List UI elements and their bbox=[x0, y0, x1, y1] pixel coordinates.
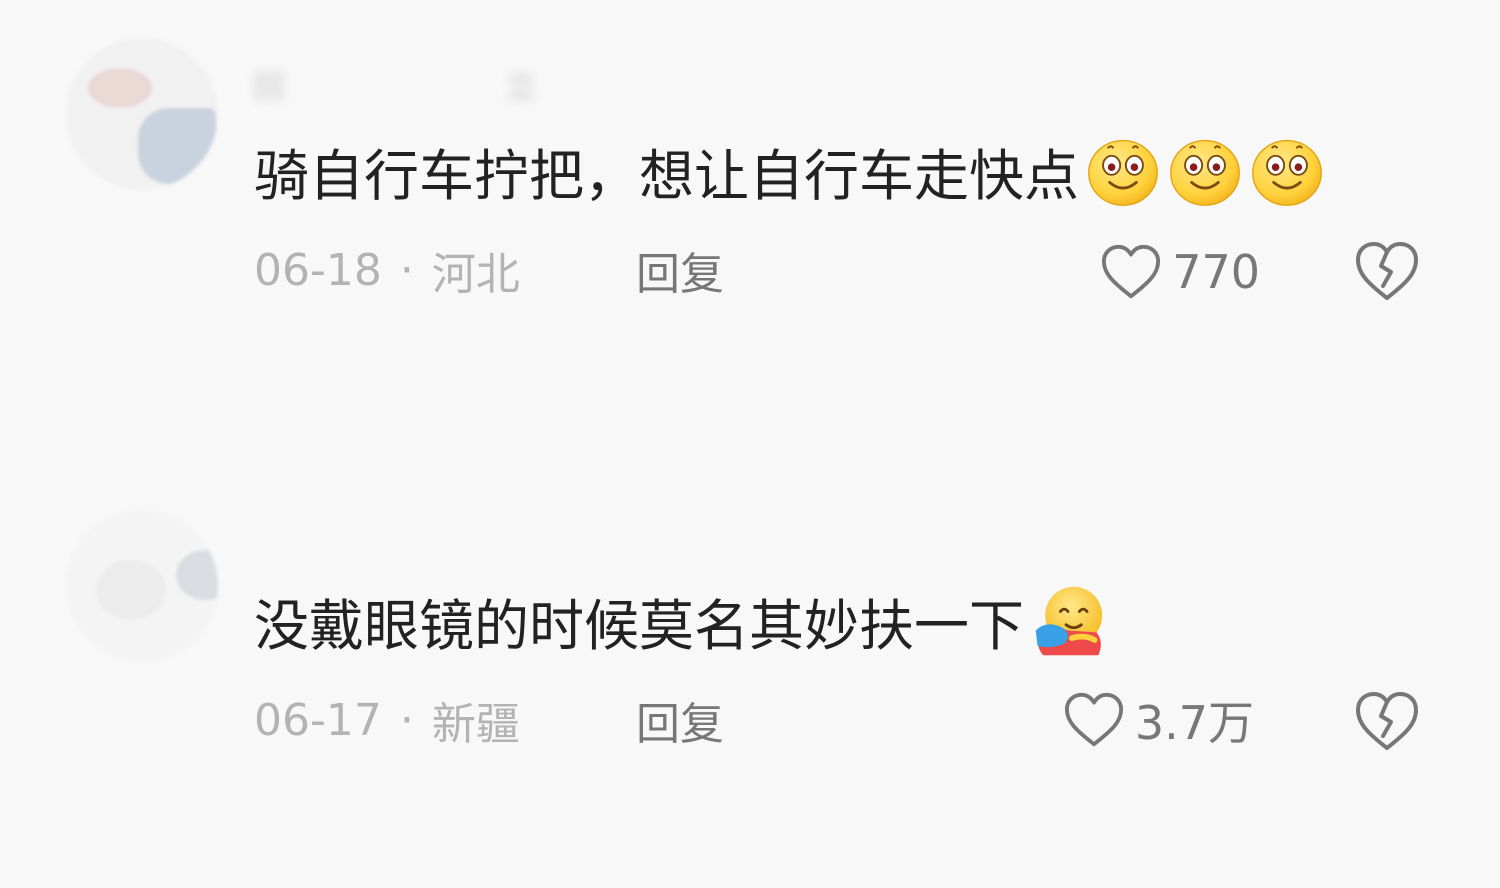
comment-text: 没戴眼镜的时候莫名其妙扶一下 bbox=[254, 583, 1106, 659]
comment-text: 骑自行车拧把，想让自行车走快点 bbox=[254, 133, 1325, 209]
avatar[interactable] bbox=[66, 38, 218, 190]
like-button[interactable]: 770 bbox=[1100, 240, 1260, 304]
smiley-icon bbox=[1085, 133, 1161, 209]
comment-body: 没戴眼镜的时候莫名其妙扶一下 bbox=[254, 594, 1025, 658]
separator-dot: · bbox=[399, 694, 414, 746]
heart-icon bbox=[1064, 692, 1123, 747]
like-count: 770 bbox=[1172, 245, 1260, 299]
username[interactable]: 回 立 bbox=[254, 62, 542, 106]
heart-icon bbox=[1102, 244, 1161, 299]
comment-item: 回 立 骑自行车拧把，想让自行车走快点 06-18 · 河北 回复 770 bbox=[0, 0, 1500, 440]
comment-body: 骑自行车拧把，想让自行车走快点 bbox=[254, 144, 1080, 208]
comment-meta: 06-17 · 新疆 bbox=[254, 690, 520, 751]
reply-button[interactable]: 回复 bbox=[636, 690, 724, 750]
dislike-button[interactable] bbox=[1354, 690, 1420, 752]
avatar[interactable] bbox=[66, 510, 218, 662]
broken-heart-icon bbox=[1356, 242, 1418, 300]
broken-heart-icon bbox=[1356, 692, 1418, 750]
comment-date: 06-17 bbox=[254, 694, 382, 746]
comment-location: 新疆 bbox=[431, 699, 520, 750]
like-count: 3.7万 bbox=[1134, 696, 1254, 750]
comment-date: 06-18 bbox=[254, 244, 382, 296]
comment-meta: 06-18 · 河北 bbox=[254, 240, 520, 301]
smiley-icon bbox=[1249, 133, 1325, 209]
reply-button[interactable]: 回复 bbox=[636, 240, 724, 300]
comment-item: 没戴眼镜的时候莫名其妙扶一下 06-17 · 新疆 回复 3.7万 bbox=[0, 450, 1500, 888]
like-button[interactable]: 3.7万 bbox=[1063, 688, 1254, 752]
hug-icon bbox=[1030, 583, 1106, 659]
comment-location: 河北 bbox=[431, 249, 520, 300]
smiley-icon bbox=[1167, 133, 1243, 209]
separator-dot: · bbox=[399, 244, 414, 296]
dislike-button[interactable] bbox=[1354, 240, 1420, 302]
